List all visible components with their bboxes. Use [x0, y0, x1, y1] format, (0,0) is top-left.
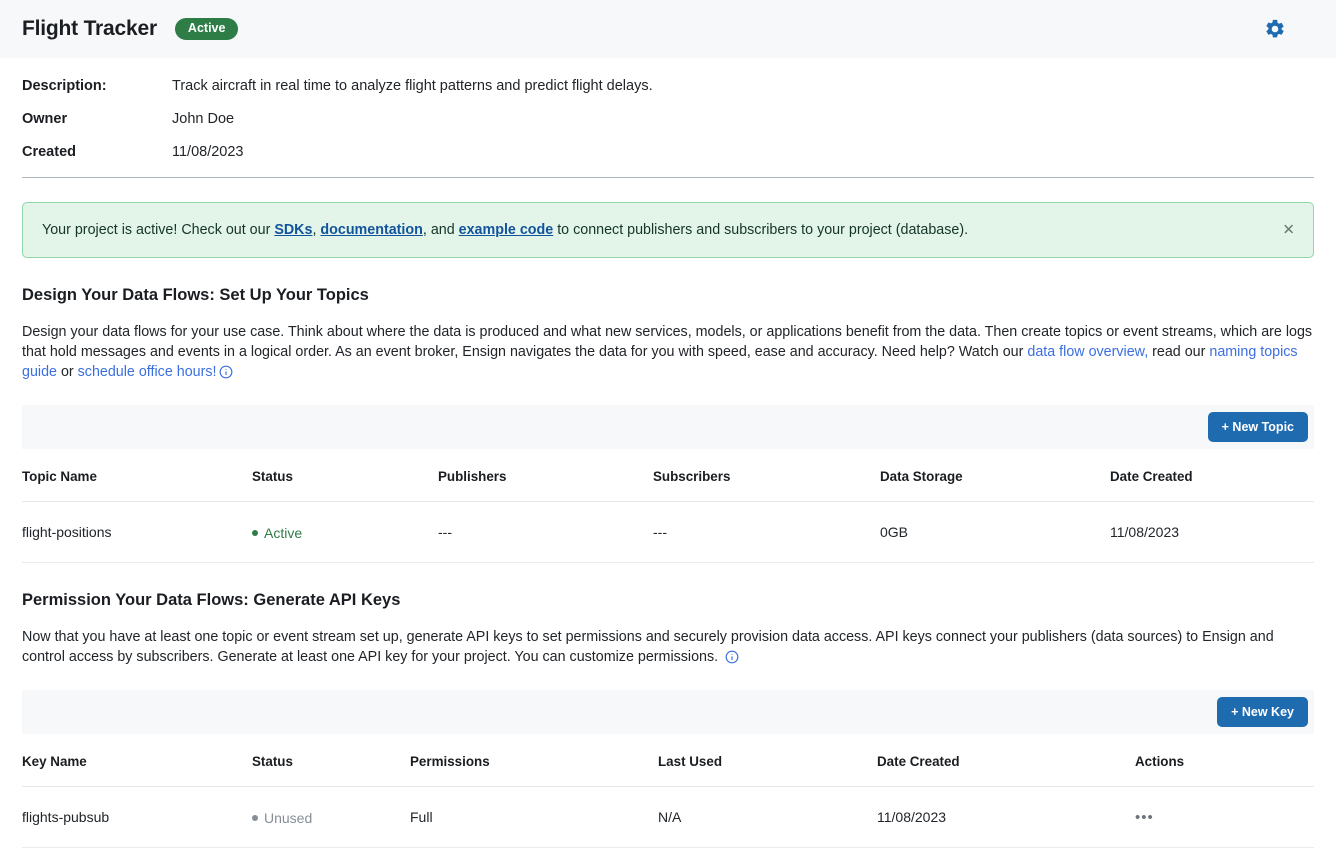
topics-desc-part3: or [56, 364, 78, 380]
data-flow-overview-link[interactable]: data flow overview, [1027, 344, 1148, 360]
th-key-last-used: Last Used [658, 734, 877, 787]
topics-section: Design Your Data Flows: Set Up Your Topi… [0, 286, 1336, 563]
topic-storage-cell: 0GB [880, 501, 1110, 563]
api-keys-section-description: Now that you have at least one topic or … [22, 627, 1314, 670]
project-active-alert: Your project is active! Check out our SD… [22, 202, 1314, 258]
th-topic-storage: Data Storage [880, 449, 1110, 502]
meta-label-description: Description: [22, 78, 107, 94]
info-icon[interactable] [219, 365, 233, 385]
topics-table-toolbar: + New Topic [22, 405, 1314, 449]
status-dot-icon [252, 530, 258, 536]
gear-icon[interactable] [1264, 18, 1286, 40]
api-keys-table: Key Name Status Permissions Last Used Da… [22, 734, 1314, 848]
new-topic-button[interactable]: + New Topic [1207, 412, 1308, 442]
schedule-office-hours-link[interactable]: schedule office hours! [78, 364, 217, 380]
th-key-permissions: Permissions [410, 734, 658, 787]
meta-label-created: Created [22, 144, 76, 160]
documentation-link[interactable]: documentation [320, 222, 422, 238]
status-badge: Active [174, 18, 239, 40]
topic-publishers-cell: --- [438, 501, 653, 563]
key-status-cell: Unused [252, 786, 410, 848]
alert-tail: to connect publishers and subscribers to… [553, 222, 969, 238]
th-key-actions: Actions [1135, 734, 1314, 787]
table-row[interactable]: flight-positions Active --- --- 0GB 11/0… [22, 501, 1314, 563]
key-actions-cell: ••• [1135, 786, 1314, 848]
alert-text: Your project is active! Check out our SD… [42, 222, 968, 238]
th-key-created: Date Created [877, 734, 1135, 787]
th-key-name: Key Name [22, 734, 252, 787]
keys-desc-text: Now that you have at least one topic or … [22, 629, 1274, 665]
topics-table: Topic Name Status Publishers Subscribers… [22, 449, 1314, 563]
th-topic-created: Date Created [1110, 449, 1314, 502]
topic-status-cell: Active [252, 501, 438, 563]
meta-divider [22, 177, 1314, 178]
api-keys-section: Permission Your Data Flows: Generate API… [0, 591, 1336, 848]
meta-value-created: 11/08/2023 [172, 144, 244, 160]
info-icon[interactable] [725, 650, 739, 670]
th-key-status: Status [252, 734, 410, 787]
app-header: Flight Tracker Active [0, 0, 1336, 58]
th-topic-subscribers: Subscribers [653, 449, 880, 502]
th-topic-publishers: Publishers [438, 449, 653, 502]
meta-row-created: Created 11/08/2023 [22, 144, 1314, 160]
meta-value-owner: John Doe [172, 111, 235, 127]
topic-name-cell: flight-positions [22, 501, 252, 563]
topics-desc-part2: read our [1148, 344, 1210, 360]
example-code-link[interactable]: example code [459, 222, 554, 238]
api-keys-table-header-row: Key Name Status Permissions Last Used Da… [22, 734, 1314, 787]
api-keys-table-toolbar: + New Key [22, 690, 1314, 734]
meta-value-description: Track aircraft in real time to analyze f… [172, 78, 653, 94]
project-meta: Description: Track aircraft in real time… [0, 58, 1336, 160]
key-permissions-cell: Full [410, 786, 658, 848]
alert-sep-2: , and [422, 222, 459, 238]
close-icon[interactable]: ✕ [1282, 223, 1295, 238]
topics-table-header-row: Topic Name Status Publishers Subscribers… [22, 449, 1314, 502]
topic-subscribers-cell: --- [653, 501, 880, 563]
th-topic-name: Topic Name [22, 449, 252, 502]
api-keys-section-title: Permission Your Data Flows: Generate API… [22, 591, 401, 609]
more-actions-icon[interactable]: ••• [1135, 809, 1154, 826]
key-last-used-cell: N/A [658, 786, 877, 848]
key-name-cell: flights-pubsub [22, 786, 252, 848]
alert-lead: Your project is active! Check out our [42, 222, 275, 238]
table-row[interactable]: flights-pubsub Unused Full N/A 11/08/202… [22, 786, 1314, 848]
page-title: Flight Tracker [22, 17, 157, 40]
new-key-button[interactable]: + New Key [1217, 697, 1308, 727]
sdks-link[interactable]: SDKs [274, 222, 312, 238]
topics-section-description: Design your data flows for your use case… [22, 322, 1314, 385]
th-topic-status: Status [252, 449, 438, 502]
topic-status-text: Active [264, 525, 303, 541]
key-status-text: Unused [264, 810, 313, 826]
meta-label-owner: Owner [22, 111, 68, 127]
status-dot-icon [252, 815, 258, 821]
topic-created-cell: 11/08/2023 [1110, 501, 1314, 563]
meta-row-description: Description: Track aircraft in real time… [22, 78, 1314, 94]
key-created-cell: 11/08/2023 [877, 786, 1135, 848]
topics-section-title: Design Your Data Flows: Set Up Your Topi… [22, 286, 369, 304]
meta-row-owner: Owner John Doe [22, 111, 1314, 127]
